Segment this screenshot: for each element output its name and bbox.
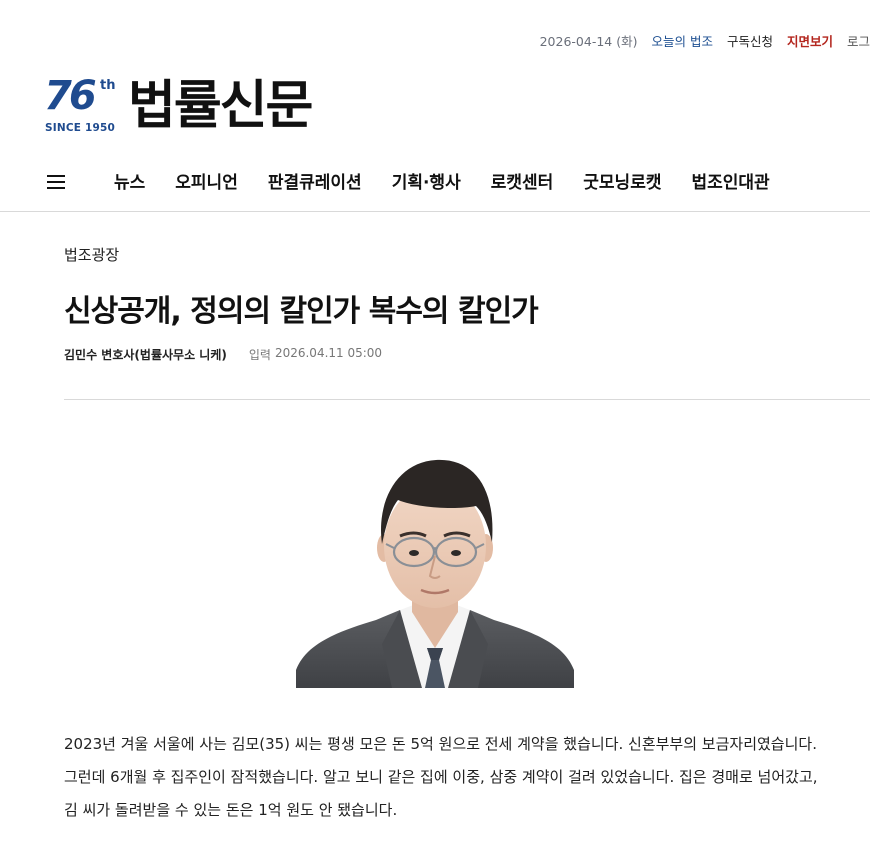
menu-icon[interactable] (47, 175, 65, 189)
since-label: SINCE 1950 (45, 122, 116, 134)
anniversary-emblem: 76 th SINCE 1950 (44, 74, 120, 136)
article-byline: 김민수 변호사(법률사무소 니케) 입력 2026.04.11 05:00 (64, 346, 382, 363)
nav-item-news[interactable]: 뉴스 (114, 168, 145, 193)
author-photo (296, 448, 574, 688)
article-divider (64, 399, 870, 400)
article-author: 김민수 변호사(법률사무소 니케) (64, 348, 227, 362)
today-law-link[interactable]: 오늘의 법조 (651, 31, 712, 50)
published-label: 입력 (248, 348, 271, 362)
nav-item-ruling-curation[interactable]: 판결큐레이션 (268, 168, 362, 193)
login-link[interactable]: 로그 (847, 31, 870, 50)
site-name: 법률신문 (128, 76, 313, 136)
nav-item-lawyer-directory[interactable]: 법조인대관 (691, 168, 769, 193)
top-utility-bar: 2026-04-14 (화) 오늘의 법조 구독신청 지면보기 로그 (540, 30, 870, 50)
nav-item-opinion[interactable]: 오피니언 (175, 168, 238, 193)
nav-item-locat-center[interactable]: 로캣센터 (491, 168, 554, 193)
nav-item-good-morning-locat[interactable]: 굿모닝로캣 (583, 168, 661, 193)
subscribe-link[interactable]: 구독신청 (727, 31, 773, 50)
anniversary-number: 76 (44, 73, 97, 119)
print-edition-link[interactable]: 지면보기 (787, 31, 833, 50)
current-date: 2026-04-14 (화) (539, 33, 638, 49)
published-date: 2026.04.11 05:00 (274, 346, 383, 360)
article-headline: 신상공개, 정의의 칼인가 복수의 칼인가 (64, 294, 539, 329)
anniversary-suffix: th (100, 78, 116, 93)
nav-divider (0, 211, 870, 212)
nav-item-features-events[interactable]: 기획·행사 (392, 168, 461, 193)
article-section[interactable]: 법조광장 (64, 244, 119, 265)
site-logo[interactable]: 76 th SINCE 1950 법률신문 (44, 74, 313, 136)
article-body: 2023년 겨울 서울에 사는 김모(35) 씨는 평생 모은 돈 5억 원으로… (64, 735, 818, 819)
nav-items: 뉴스 오피니언 판결큐레이션 기획·행사 로캣센터 굿모닝로캣 법조인대관 (114, 168, 800, 193)
main-navigation: 뉴스 오피니언 판결큐레이션 기획·행사 로캣센터 굿모닝로캣 법조인대관 (0, 160, 870, 200)
